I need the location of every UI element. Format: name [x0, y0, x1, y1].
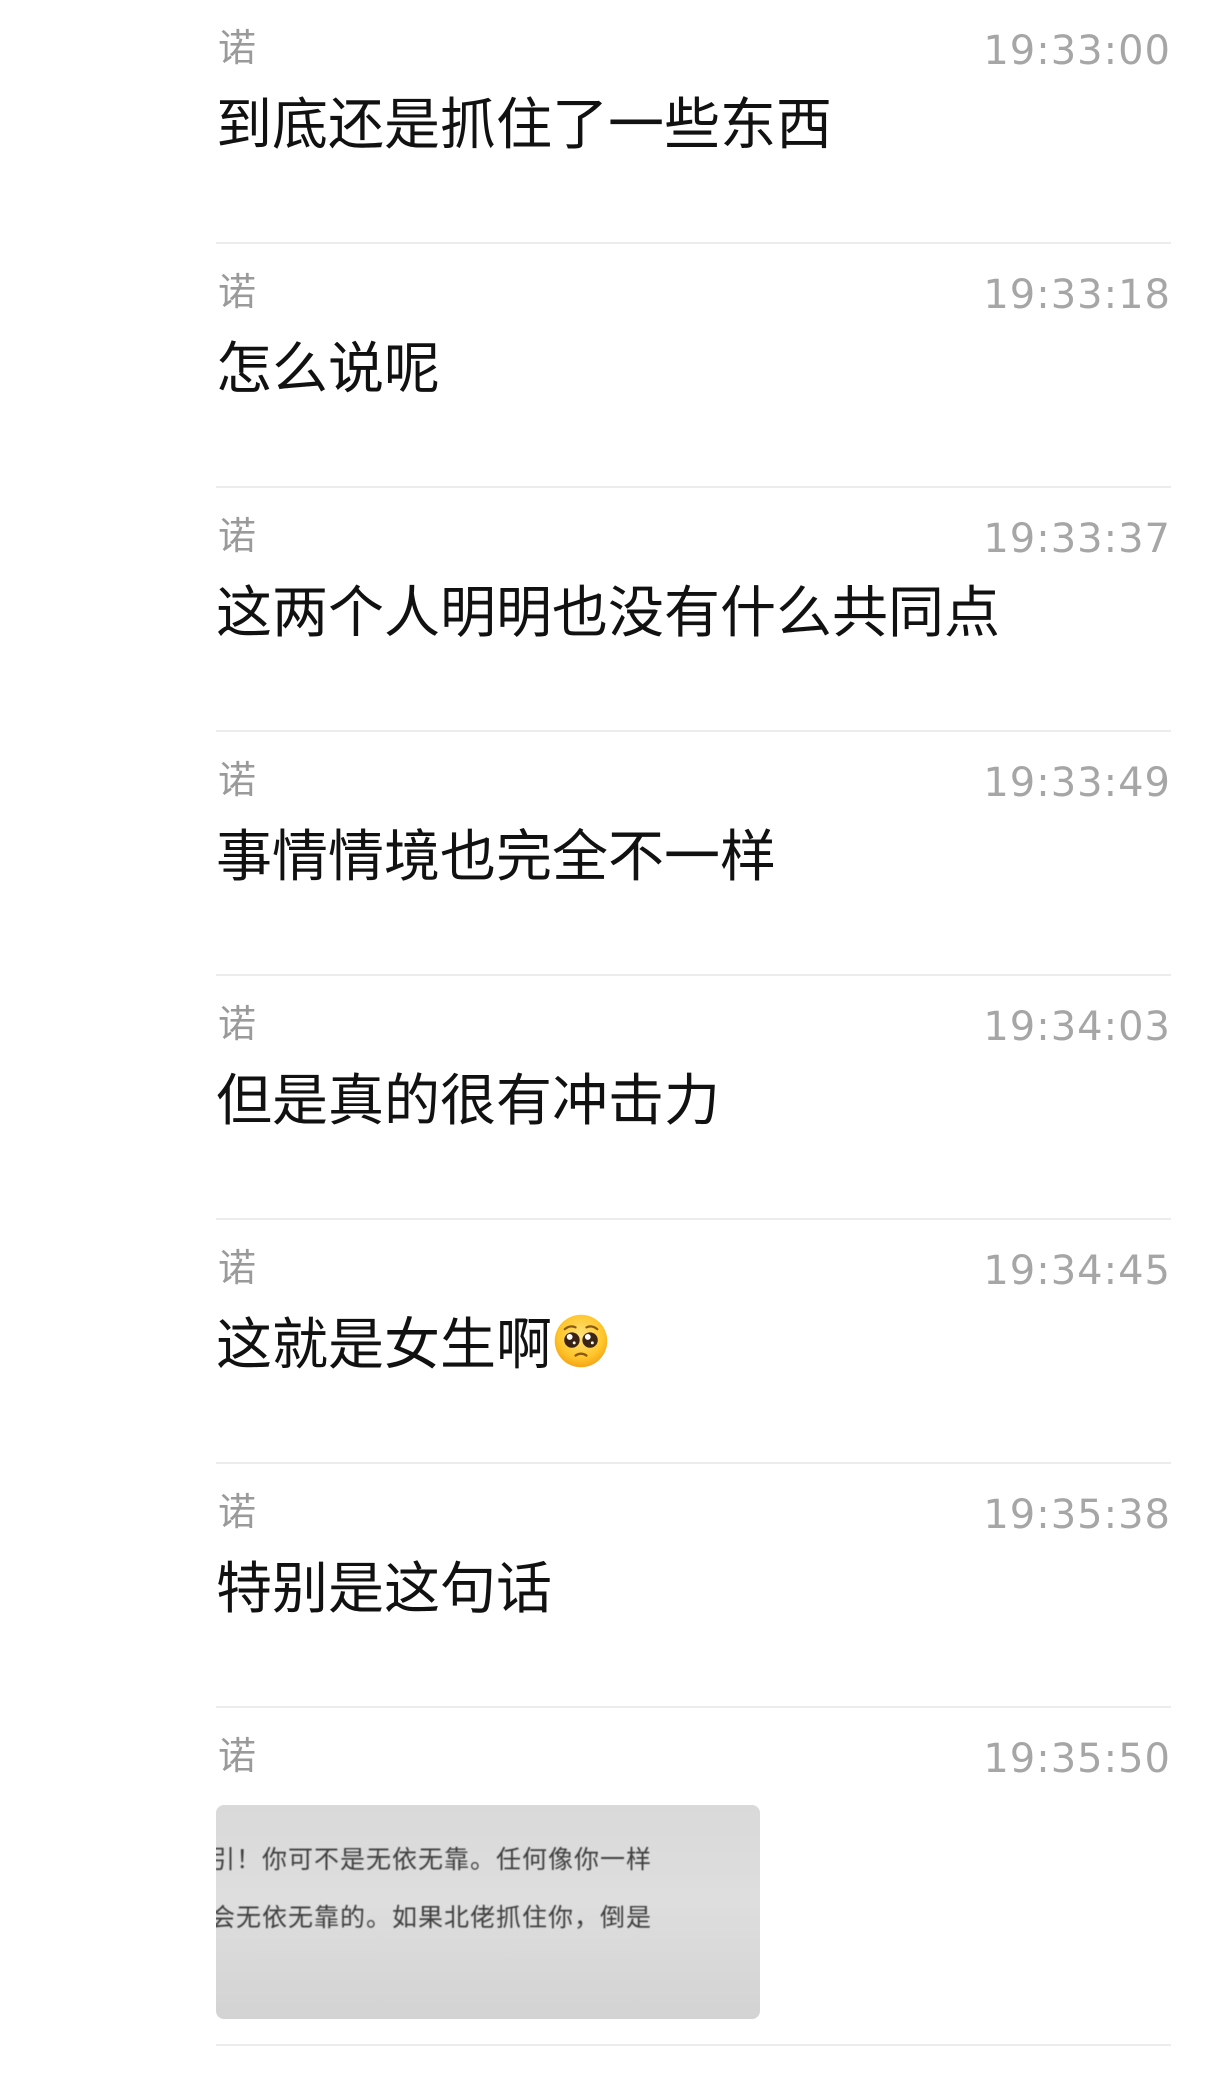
sender-name: 诺	[218, 1002, 257, 1046]
message-text: 这两个人明明也没有什么共同点	[216, 581, 1000, 646]
message-time: 19:33:18	[983, 272, 1171, 318]
message-time: 19:33:00	[983, 28, 1171, 74]
message-time: 19:33:37	[983, 516, 1171, 562]
pleading-face-icon	[554, 1314, 608, 1368]
sender-name: 诺	[218, 514, 257, 558]
chat-message[interactable]: 诺 19:35:38 特别是这句话	[216, 1464, 1171, 1708]
message-time: 19:35:50	[983, 1736, 1171, 1782]
image-text-line: 引！你可不是无依无靠。任何像你一样	[216, 1845, 653, 1874]
chat-message[interactable]: 诺 19:33:37 这两个人明明也没有什么共同点	[216, 488, 1171, 732]
chat-message-list: 诺 19:33:00 到底还是抓住了一些东西 诺 19:33:18 怎么说呢 诺…	[216, 0, 1171, 2046]
message-time: 19:33:49	[983, 760, 1171, 806]
sender-name: 诺	[218, 1246, 257, 1290]
image-text-line: 会无依无靠的。如果北佬抓住你，倒是	[216, 1903, 653, 1932]
chat-message[interactable]: 诺 19:33:18 怎么说呢	[216, 244, 1171, 488]
chat-message[interactable]: 诺 19:34:45 这就是女生啊	[216, 1220, 1171, 1464]
sender-name: 诺	[218, 1734, 257, 1778]
message-time: 19:35:38	[983, 1492, 1171, 1538]
message-text: 特别是这句话	[216, 1557, 552, 1622]
chat-message[interactable]: 诺 19:35:50 引！你可不是无依无靠。任何像你一样 会无依无靠的。如果北佬…	[216, 1708, 1171, 2046]
message-text: 怎么说呢	[216, 337, 440, 402]
chat-message[interactable]: 诺 19:34:03 但是真的很有冲击力	[216, 976, 1171, 1220]
chat-message[interactable]: 诺 19:33:49 事情情境也完全不一样	[216, 732, 1171, 976]
message-text: 事情情境也完全不一样	[216, 825, 776, 890]
message-time: 19:34:03	[983, 1004, 1171, 1050]
message-text-with-emoji: 这就是女生啊	[216, 1310, 610, 1382]
message-text: 但是真的很有冲击力	[216, 1069, 720, 1134]
sender-name: 诺	[218, 270, 257, 314]
chat-message[interactable]: 诺 19:33:00 到底还是抓住了一些东西	[216, 0, 1171, 244]
message-time: 19:34:45	[983, 1248, 1171, 1294]
image-attachment[interactable]: 引！你可不是无依无靠。任何像你一样 会无依无靠的。如果北佬抓住你，倒是	[216, 1805, 760, 2019]
sender-name: 诺	[218, 1490, 257, 1534]
sender-name: 诺	[218, 26, 257, 70]
message-text: 这就是女生啊	[216, 1313, 552, 1378]
message-text: 到底还是抓住了一些东西	[216, 93, 832, 158]
sender-name: 诺	[218, 758, 257, 802]
